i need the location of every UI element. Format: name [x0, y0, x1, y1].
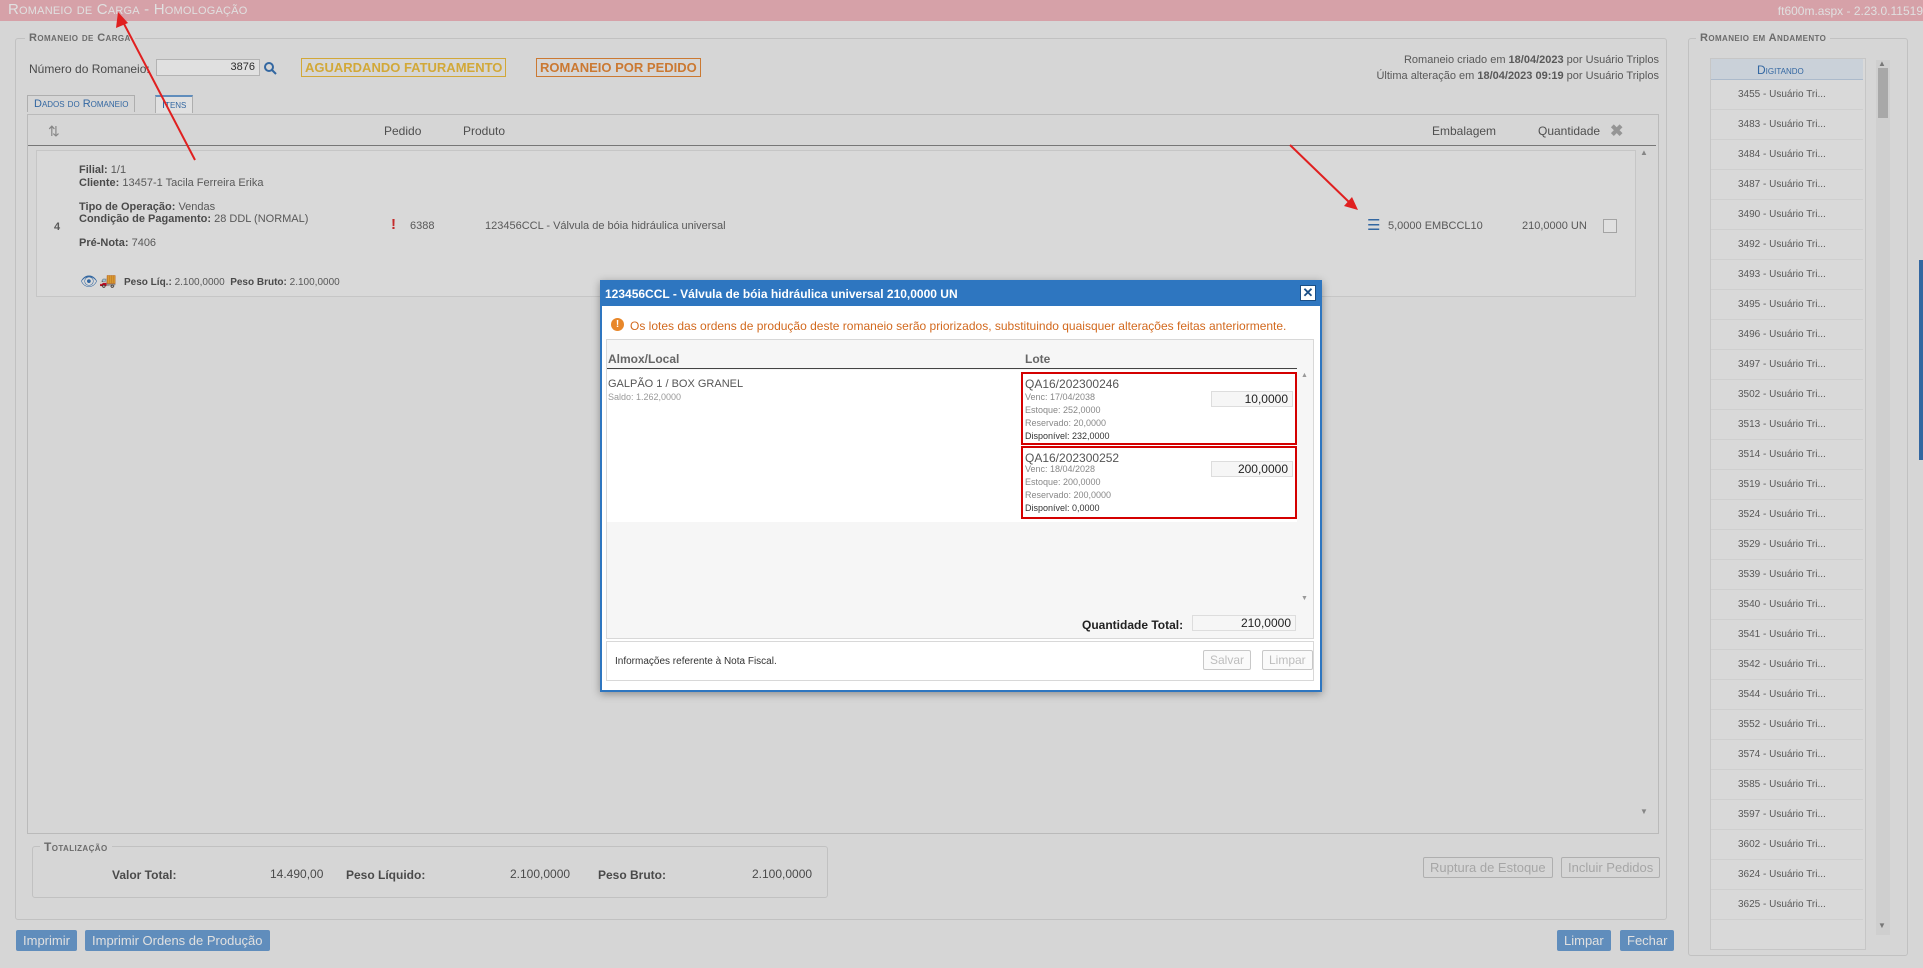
warning-icon: ! — [611, 318, 624, 331]
close-icon[interactable]: ✕ — [1300, 285, 1316, 301]
lote-estoque: Estoque: 252,0000 — [1025, 405, 1101, 415]
lote-code: QA16/202300246 — [1025, 377, 1120, 391]
col-lote: Lote — [1025, 352, 1051, 366]
lote-venc: Venc: 18/04/2028 — [1025, 464, 1096, 474]
lote-reservado: Reservado: 20,0000 — [1025, 418, 1107, 428]
arrow-line-list — [1289, 144, 1351, 204]
qtd-total-label: Quantidade Total: — [1082, 618, 1184, 632]
grid-header-line — [607, 368, 1297, 369]
footer-info[interactable]: Informações referente à Nota Fiscal. — [615, 656, 777, 667]
arrowhead-title — [116, 12, 128, 28]
lote-reservado: Reservado: 200,0000 — [1025, 490, 1112, 500]
qtd-total-value: 210,0000 — [1192, 615, 1296, 631]
modal-title: 123456CCL - Válvula de bóia hidráulica u… — [605, 287, 958, 301]
lote-estoque: Estoque: 200,0000 — [1025, 477, 1101, 487]
lote-card: QA16/202300246 Venc: 17/04/2038 Estoque:… — [1021, 372, 1297, 445]
lote-quantity-input[interactable]: 10,0000 — [1211, 391, 1293, 407]
warning-message: Os lotes das ordens de produção deste ro… — [630, 319, 1287, 333]
col-almox: Almox/Local — [608, 352, 680, 366]
lote-venc: Venc: 17/04/2038 — [1025, 392, 1096, 402]
lote-quantity-input[interactable]: 200,0000 — [1211, 461, 1293, 477]
grid-scroll-up-icon[interactable]: ▲ — [1301, 372, 1308, 379]
arrow-line-title — [121, 19, 196, 161]
saldo: Saldo: 1.262,0000 — [608, 392, 682, 402]
lote-disponivel: Disponível: 232,0000 — [1025, 431, 1110, 441]
lote-code: QA16/202300252 — [1025, 451, 1120, 465]
modal-header: 123456CCL - Válvula de bóia hidráulica u… — [602, 282, 1320, 306]
lote-card: QA16/202300252 Venc: 18/04/2028 Estoque:… — [1021, 446, 1297, 519]
salvar-button[interactable]: Salvar — [1203, 650, 1252, 670]
modal-limpar-button[interactable]: Limpar — [1262, 650, 1313, 670]
grid-scroll-down-icon[interactable]: ▼ — [1301, 595, 1308, 602]
lote-disponivel: Disponível: 0,0000 — [1025, 503, 1100, 513]
lote-modal: 123456CCL - Válvula de bóia hidráulica u… — [600, 280, 1322, 692]
almox-local: GALPÃO 1 / BOX GRANEL — [608, 378, 744, 390]
